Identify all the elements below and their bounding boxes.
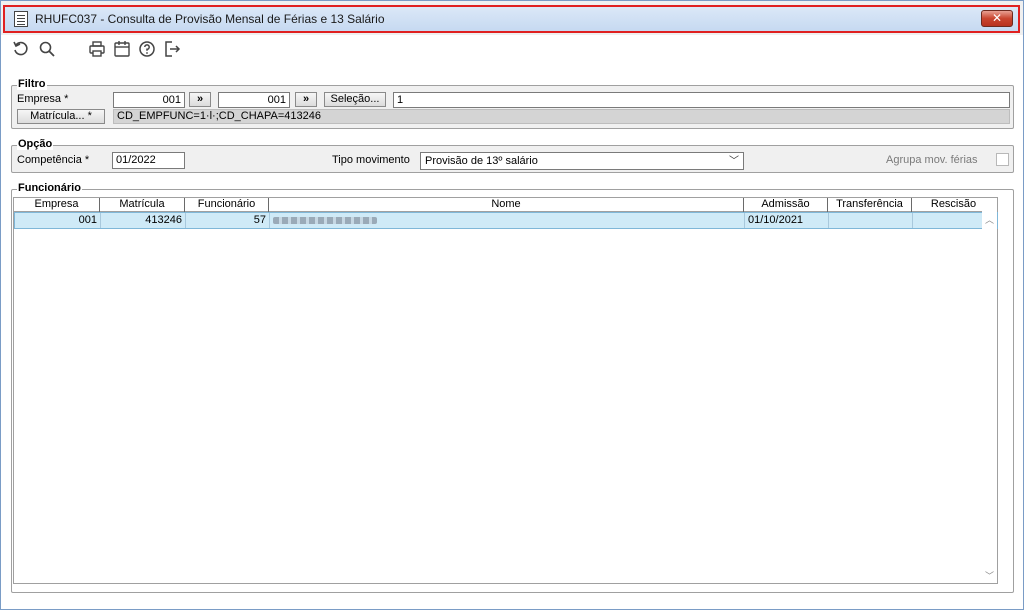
- employee-group-label: Funcionário: [17, 182, 82, 194]
- cell-matricula: 413246: [101, 213, 186, 228]
- help-icon[interactable]: [138, 40, 156, 58]
- cell-funcionario: 57: [186, 213, 270, 228]
- col-nome[interactable]: Nome: [269, 198, 744, 212]
- content-area: Filtro Empresa * 001 » 001 » Seleção... …: [1, 63, 1023, 609]
- empresa-from-lookup-button[interactable]: »: [189, 92, 211, 107]
- refresh-icon[interactable]: [12, 40, 30, 58]
- scroll-up-icon[interactable]: ︿: [982, 213, 997, 227]
- empresa-to-input[interactable]: 001: [218, 92, 290, 108]
- option-group-label: Opção: [17, 138, 54, 150]
- matricula-button[interactable]: Matrícula... *: [17, 109, 105, 124]
- tipo-movimento-select[interactable]: Provisão de 13º salário ﹀: [420, 152, 744, 170]
- empresa-to-lookup-button[interactable]: »: [295, 92, 317, 107]
- title-bar: RHUFC037 - Consulta de Provisão Mensal d…: [3, 5, 1020, 33]
- empresa-from-input[interactable]: 001: [113, 92, 185, 108]
- cell-transferencia: [829, 213, 913, 228]
- matricula-value: CD_EMPFUNC=1·l·;CD_CHAPA=413246: [113, 109, 1010, 124]
- agrupa-checkbox[interactable]: [996, 153, 1009, 166]
- competencia-label: Competência *: [17, 154, 90, 166]
- table-row[interactable]: 001 413246 57 01/10/2021: [14, 212, 998, 229]
- selecao-button[interactable]: Seleção...: [324, 92, 386, 107]
- empresa-label: Empresa *: [17, 93, 69, 105]
- scroll-down-icon[interactable]: ﹀: [982, 569, 997, 583]
- col-empresa[interactable]: Empresa: [14, 198, 100, 212]
- document-icon: [14, 11, 28, 27]
- toolbar: [1, 35, 1023, 63]
- competencia-input[interactable]: 01/2022: [112, 152, 185, 169]
- col-matricula[interactable]: Matrícula: [100, 198, 185, 212]
- col-funcionario[interactable]: Funcionário: [185, 198, 269, 212]
- vertical-scrollbar[interactable]: ︿ ﹀: [982, 198, 997, 583]
- option-group: Opção Competência * 01/2022 Tipo movimen…: [11, 138, 1014, 173]
- window-title: RHUFC037 - Consulta de Provisão Mensal d…: [35, 12, 385, 26]
- main-window: RHUFC037 - Consulta de Provisão Mensal d…: [0, 0, 1024, 610]
- chevron-down-icon: ﹀: [729, 156, 739, 167]
- cell-empresa: 001: [15, 213, 101, 228]
- exit-icon[interactable]: [163, 40, 181, 58]
- calendar-icon[interactable]: [113, 40, 131, 58]
- print-icon[interactable]: [88, 40, 106, 58]
- filter-group-label: Filtro: [17, 78, 47, 90]
- tipo-movimento-label: Tipo movimento: [332, 154, 410, 166]
- col-transferencia[interactable]: Transferência: [828, 198, 912, 212]
- close-button[interactable]: ✕: [981, 10, 1013, 27]
- cell-admissao: 01/10/2021: [745, 213, 829, 228]
- grid-header: Empresa Matrícula Funcionário Nome Admis…: [14, 198, 997, 212]
- agrupa-label: Agrupa mov. férias: [886, 154, 978, 166]
- col-admissao[interactable]: Admissão: [744, 198, 828, 212]
- redacted-name: [273, 217, 377, 224]
- selecao-input[interactable]: 1: [393, 92, 1010, 108]
- filter-group: Filtro Empresa * 001 » 001 » Seleção... …: [11, 78, 1014, 129]
- employee-grid: Empresa Matrícula Funcionário Nome Admis…: [13, 197, 998, 584]
- tipo-movimento-value: Provisão de 13º salário: [425, 155, 538, 167]
- search-icon[interactable]: [38, 40, 56, 58]
- cell-nome: [270, 213, 745, 228]
